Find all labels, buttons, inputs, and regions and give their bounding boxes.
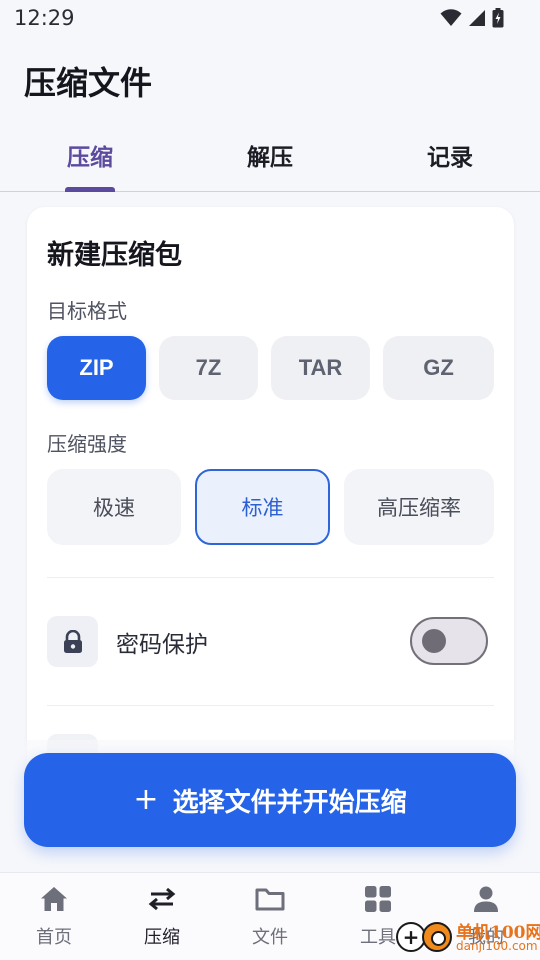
person-icon <box>474 886 498 912</box>
cellular-signal-icon <box>469 10 485 26</box>
card-title: 新建压缩包 <box>47 240 182 271</box>
divider <box>47 577 494 578</box>
tab-extract[interactable]: 解压 <box>210 138 330 172</box>
select-files-start-compress-button[interactable]: + 选择文件并开始压缩 <box>24 753 516 847</box>
tab-compress[interactable]: 压缩 <box>30 138 150 172</box>
page-title: 压缩文件 <box>24 64 153 102</box>
status-icons <box>440 8 504 28</box>
lock-icon-tile <box>47 616 98 667</box>
nav-label-compress: 压缩 <box>144 927 180 948</box>
lock-icon <box>63 629 82 653</box>
new-archive-card: 新建压缩包 目标格式 ZIP 7Z TAR GZ 压缩强度 极速 标准 高压缩率… <box>27 207 514 827</box>
nav-item-compress[interactable]: 压缩 <box>117 883 207 949</box>
password-protection-label: 密码保护 <box>116 632 208 658</box>
level-option-high[interactable]: 高压缩率 <box>344 469 494 545</box>
wifi-icon <box>440 9 462 26</box>
watermark-logo: + 单机100网 danji100.com <box>394 914 540 960</box>
format-option-zip[interactable]: ZIP <box>47 336 146 400</box>
home-icon <box>41 887 67 911</box>
format-option-tar[interactable]: TAR <box>271 336 370 400</box>
status-bar: 12:29 <box>0 0 540 38</box>
tab-history[interactable]: 记录 <box>390 138 510 172</box>
watermark-circle-icon <box>422 922 452 952</box>
password-protection-toggle[interactable] <box>410 617 488 665</box>
nav-item-home[interactable]: 首页 <box>9 883 99 949</box>
tab-bar: 压缩 解压 记录 <box>0 130 540 192</box>
level-section-label: 压缩强度 <box>47 432 127 456</box>
nav-label-home: 首页 <box>36 927 72 948</box>
swap-arrows-icon <box>148 887 176 911</box>
watermark-url: danji100.com <box>456 939 538 953</box>
format-section-label: 目标格式 <box>47 299 127 323</box>
toggle-knob <box>422 629 446 653</box>
divider <box>47 705 494 706</box>
nav-label-files: 文件 <box>252 927 288 948</box>
format-option-gz[interactable]: GZ <box>383 336 494 400</box>
tab-active-indicator <box>65 187 115 192</box>
nav-item-files[interactable]: 文件 <box>225 883 315 949</box>
status-time: 12:29 <box>14 6 75 30</box>
level-option-standard[interactable]: 标准 <box>195 469 330 545</box>
folder-icon <box>255 888 285 911</box>
cta-label: 选择文件并开始压缩 <box>172 787 407 818</box>
plus-icon: + <box>133 782 159 817</box>
battery-charging-icon <box>492 8 504 28</box>
level-option-fast[interactable]: 极速 <box>47 469 181 545</box>
grid-icon <box>365 886 391 912</box>
nav-label-tools: 工具 <box>360 927 396 948</box>
format-option-7z[interactable]: 7Z <box>159 336 258 400</box>
